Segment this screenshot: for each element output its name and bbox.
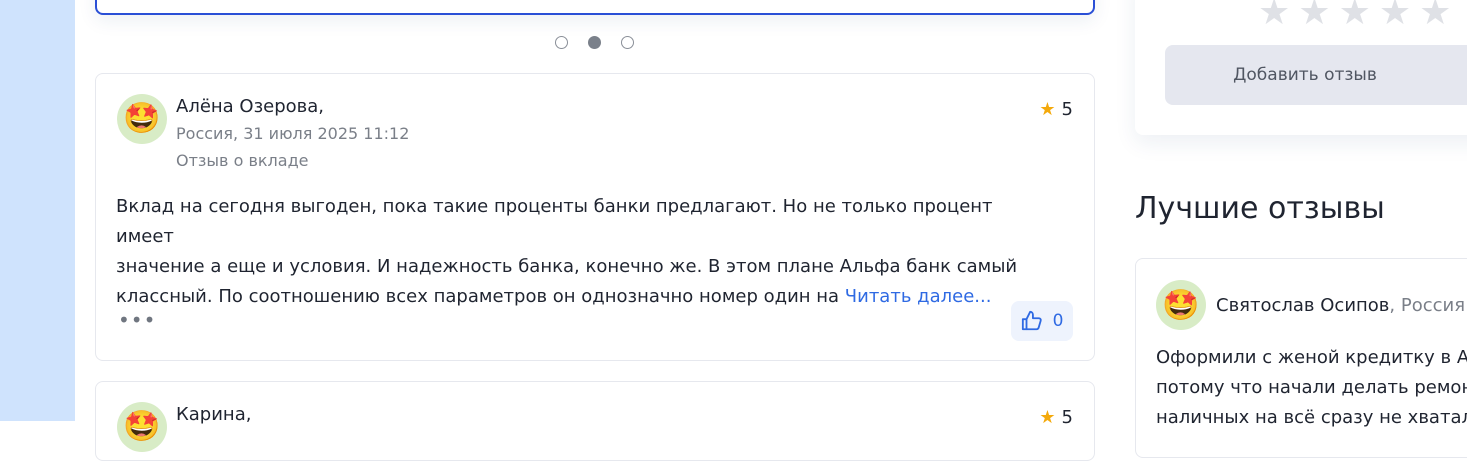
rating-star-icon[interactable]: ★ xyxy=(1339,0,1371,33)
star-struck-emoji-icon: 🤩 xyxy=(1162,287,1200,323)
review-text-line: Вклад на сегодня выгоден, пока такие про… xyxy=(116,196,993,247)
review-card: 🤩 Карина, ★ 5 xyxy=(95,381,1095,461)
best-review-author-line: Святослав Осипов, Россия xyxy=(1216,295,1465,316)
review-author[interactable]: Алёна Озерова, xyxy=(176,96,324,117)
thumbs-up-icon xyxy=(1021,310,1042,331)
best-review-text: Оформили с женой кредитку в Ал потому чт… xyxy=(1156,343,1467,433)
pagination-dot-active[interactable] xyxy=(588,36,601,49)
rating-input: ★ ★ ★ ★ ★ xyxy=(1258,0,1451,33)
previous-card-edge xyxy=(95,0,1095,15)
star-icon: ★ xyxy=(1039,407,1056,428)
review-text-line-last: классный. По соотношению всех параметров… xyxy=(116,282,1046,312)
best-review-author: Святослав Осипов xyxy=(1216,295,1390,316)
rating-star-icon[interactable]: ★ xyxy=(1379,0,1411,33)
star-icon: ★ xyxy=(1039,99,1056,120)
review-text-line: классный. По соотношению всех параметров… xyxy=(116,286,845,307)
like-count: 0 xyxy=(1052,311,1064,331)
star-struck-emoji-icon: 🤩 xyxy=(123,409,161,444)
best-review-text-line: Оформили с женой кредитку в Ал xyxy=(1156,347,1467,368)
add-review-button[interactable]: Добавить отзыв xyxy=(1165,45,1467,105)
avatar: 🤩 xyxy=(1156,280,1206,330)
rating-star-icon[interactable]: ★ xyxy=(1258,0,1290,33)
star-struck-emoji-icon: 🤩 xyxy=(123,101,161,136)
rating-star-icon[interactable]: ★ xyxy=(1298,0,1330,33)
read-more-link[interactable]: Читать далее... xyxy=(845,286,992,307)
review-meta: Россия, 31 июля 2025 11:12 xyxy=(176,124,410,143)
carousel-pagination xyxy=(555,36,634,49)
pagination-dot[interactable] xyxy=(555,36,568,49)
best-review-country: , Россия xyxy=(1389,295,1466,316)
review-text: Вклад на сегодня выгоден, пока такие про… xyxy=(116,192,1046,312)
review-text-line: значение а еще и условия. И надежность б… xyxy=(116,256,1018,277)
review-author[interactable]: Карина, xyxy=(176,404,251,425)
review-type[interactable]: Отзыв о вкладе xyxy=(176,151,308,170)
rating-value: 5 xyxy=(1061,99,1073,120)
avatar: 🤩 xyxy=(117,402,167,452)
rating-value: 5 xyxy=(1061,407,1073,428)
left-background-strip xyxy=(0,0,75,421)
review-rating: ★ 5 xyxy=(1039,407,1073,428)
best-review-card[interactable]: 🤩 Святослав Осипов, Россия Оформили с же… xyxy=(1135,258,1467,458)
best-review-text-line: наличных на всё сразу не хватало xyxy=(1156,407,1467,428)
like-button[interactable]: 0 xyxy=(1011,301,1073,341)
review-rating: ★ 5 xyxy=(1039,99,1073,120)
review-card: 🤩 Алёна Озерова, Россия, 31 июля 2025 11… xyxy=(95,73,1095,361)
more-options-icon[interactable]: ••• xyxy=(118,308,156,332)
rating-star-icon[interactable]: ★ xyxy=(1419,0,1451,33)
avatar: 🤩 xyxy=(117,94,167,144)
pagination-dot[interactable] xyxy=(621,36,634,49)
best-reviews-heading: Лучшие отзывы xyxy=(1135,191,1385,226)
best-review-text-line: потому что начали делать ремонт xyxy=(1156,377,1467,398)
